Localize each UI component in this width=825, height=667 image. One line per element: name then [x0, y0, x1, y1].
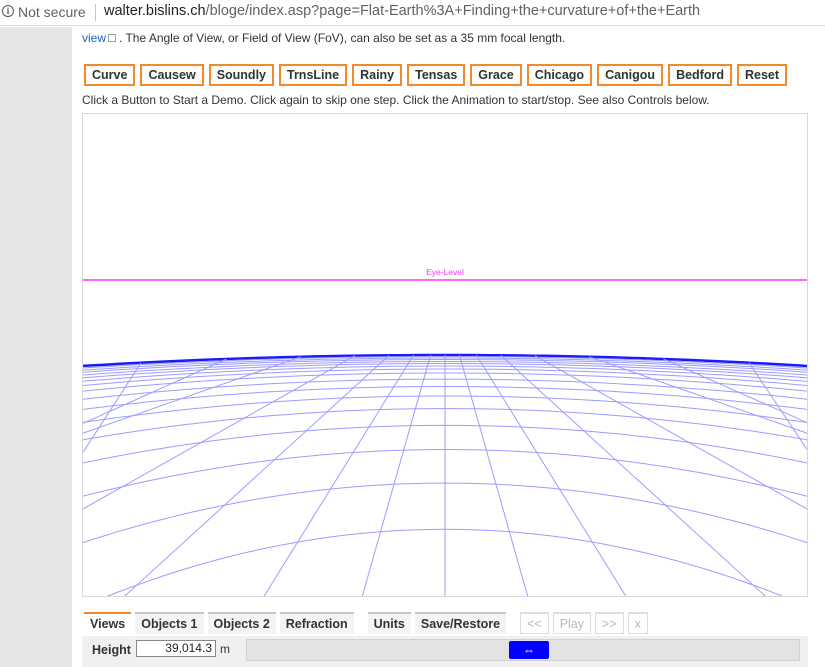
- intro-sentence: . The Angle of View, or Field of View (F…: [119, 31, 566, 45]
- page-content: view . The Angle of View, or Field of Vie…: [72, 27, 825, 667]
- curvature-animation-canvas[interactable]: Eye-Level: [82, 113, 808, 597]
- view-link[interactable]: view: [82, 31, 106, 45]
- info-icon[interactable]: i: [2, 5, 14, 17]
- tab-views[interactable]: Views: [84, 612, 132, 634]
- grid-longitude-line: [83, 356, 302, 434]
- height-slider-thumb[interactable]: ⇔: [509, 641, 549, 659]
- demo-button-rainy[interactable]: Rainy: [352, 64, 403, 86]
- tab-x[interactable]: x: [627, 612, 648, 634]
- grid-longitude-line: [458, 354, 529, 596]
- left-gutter: [0, 27, 72, 667]
- url-text[interactable]: walter.bislins.ch/bloge/index.asp?page=F…: [104, 3, 700, 19]
- demo-button-chicago[interactable]: Chicago: [526, 64, 593, 86]
- demo-button-curve[interactable]: Curve: [84, 64, 136, 86]
- demo-button-bedford[interactable]: Bedford: [668, 64, 732, 86]
- demo-hint: Click a Button to Start a Demo. Click ag…: [82, 93, 710, 107]
- tab-refraction[interactable]: Refraction: [279, 612, 354, 634]
- demo-button-grace[interactable]: Grace: [470, 64, 522, 86]
- demo-button-tensas[interactable]: Tensas: [407, 64, 466, 86]
- demo-button-trnsline[interactable]: TrnsLine: [279, 64, 348, 86]
- intro-text: view . The Angle of View, or Field of Vie…: [82, 31, 565, 45]
- height-input[interactable]: 39,014.3: [136, 640, 216, 657]
- grid-latitude-line: [445, 595, 447, 596]
- demo-button-causew[interactable]: Causew: [140, 64, 204, 86]
- tab-save-restore[interactable]: Save/Restore: [414, 612, 507, 634]
- controls-tabs: Views Objects 1 Objects 2 Refraction Units Sa…: [84, 612, 652, 634]
- grid-longitude-line: [83, 355, 356, 510]
- grid-longitude-line: [361, 354, 432, 596]
- height-unit: m: [220, 642, 230, 656]
- address-separator: [95, 4, 96, 21]
- curvature-scene[interactable]: Eye-Level: [83, 114, 808, 597]
- external-link-icon: [108, 34, 117, 42]
- address-bar[interactable]: i Not secure walter.bislins.ch/bloge/ind…: [0, 0, 825, 26]
- security-status[interactable]: Not secure: [18, 4, 86, 20]
- tab-play[interactable]: Play: [552, 612, 592, 634]
- tab-control-6[interactable]: <<: [520, 612, 549, 634]
- height-slider[interactable]: ⇔: [246, 639, 800, 661]
- eye-level-label: Eye-Level: [426, 267, 464, 277]
- grid-longitude-line: [534, 355, 807, 510]
- height-label: Height: [92, 643, 131, 657]
- tab-units[interactable]: Units: [367, 612, 411, 634]
- grid-longitude-line: [588, 356, 807, 434]
- views-panel: Height 39,014.3 m ⇔: [82, 636, 808, 667]
- grid-longitude-line: [83, 362, 142, 453]
- tab-control-8[interactable]: >>: [595, 612, 624, 634]
- tab-objects-2[interactable]: Objects 2: [207, 612, 276, 634]
- demo-button-bar: Curve Causew Soundly TrnsLine Rainy Tensas Gra…: [84, 64, 792, 86]
- url-host: walter.bislins.ch: [104, 3, 206, 19]
- url-path: /bloge/index.asp?page=Flat-Earth%3A+Find…: [205, 3, 701, 19]
- demo-button-soundly[interactable]: Soundly: [208, 64, 274, 86]
- demo-button-reset[interactable]: Reset: [736, 64, 788, 86]
- tab-objects-1[interactable]: Objects 1: [135, 612, 204, 634]
- demo-button-canigou[interactable]: Canigou: [597, 64, 664, 86]
